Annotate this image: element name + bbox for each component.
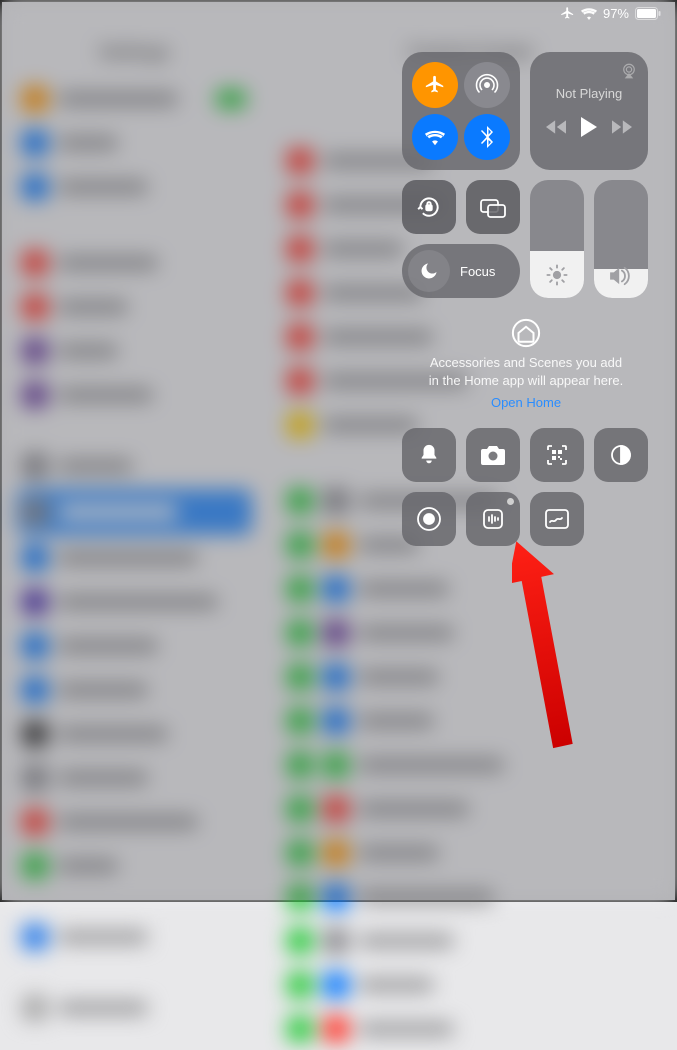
- control-center: Not Playing Focus: [402, 52, 650, 546]
- home-text-line1: Accessories and Scenes you add: [406, 354, 646, 372]
- home-text-line2: in the Home app will appear here.: [406, 372, 646, 390]
- bell-icon: [418, 443, 440, 467]
- airdrop-icon: [475, 73, 499, 97]
- silent-mode-button[interactable]: [402, 428, 456, 482]
- screen-mirroring-icon: [480, 196, 506, 218]
- volume-slider[interactable]: [594, 180, 648, 298]
- wifi-icon: [581, 8, 597, 20]
- airplane-mode-toggle[interactable]: [412, 62, 458, 108]
- brightness-icon: [546, 264, 568, 286]
- status-bar: 97%: [560, 6, 661, 21]
- camera-button[interactable]: [466, 428, 520, 482]
- record-icon: [416, 506, 442, 532]
- freeform-icon: [544, 508, 570, 530]
- bluetooth-icon: [480, 126, 494, 148]
- open-home-link[interactable]: Open Home: [406, 395, 646, 410]
- bluetooth-toggle[interactable]: [464, 114, 510, 160]
- controls-grid: [402, 428, 650, 546]
- play-icon[interactable]: [580, 117, 598, 137]
- forward-icon[interactable]: [612, 120, 632, 134]
- airplay-icon: [620, 62, 638, 80]
- home-icon: [511, 318, 541, 348]
- brightness-slider[interactable]: [530, 180, 584, 298]
- battery-icon: [635, 7, 661, 20]
- rewind-icon[interactable]: [546, 120, 566, 134]
- moon-icon: [419, 261, 439, 281]
- focus-label: Focus: [460, 264, 495, 279]
- airplane-mode-icon: [560, 6, 575, 21]
- badge-dot: [507, 498, 514, 505]
- wifi-icon: [424, 128, 446, 146]
- airplane-icon: [424, 74, 446, 96]
- voice-memo-icon: [481, 507, 505, 531]
- qr-code-scanner-button[interactable]: [530, 428, 584, 482]
- connectivity-module[interactable]: [402, 52, 520, 170]
- dark-mode-button[interactable]: [594, 428, 648, 482]
- screen-recording-button[interactable]: [402, 492, 456, 546]
- screen-mirroring-button[interactable]: [466, 180, 520, 234]
- dark-mode-icon: [609, 443, 633, 467]
- now-playing-module[interactable]: Not Playing: [530, 52, 648, 170]
- airdrop-toggle[interactable]: [464, 62, 510, 108]
- media-title: Not Playing: [556, 86, 622, 101]
- freeform-quick-note-button[interactable]: [530, 492, 584, 546]
- battery-percent-text: 97%: [603, 6, 629, 21]
- focus-button[interactable]: Focus: [402, 244, 520, 298]
- voice-memos-button[interactable]: [466, 492, 520, 546]
- home-section: Accessories and Scenes you add in the Ho…: [402, 308, 650, 418]
- wifi-toggle[interactable]: [412, 114, 458, 160]
- orientation-lock-icon: [416, 194, 442, 220]
- camera-icon: [480, 444, 506, 466]
- orientation-lock-button[interactable]: [402, 180, 456, 234]
- volume-icon: [609, 266, 633, 286]
- qr-code-icon: [545, 443, 569, 467]
